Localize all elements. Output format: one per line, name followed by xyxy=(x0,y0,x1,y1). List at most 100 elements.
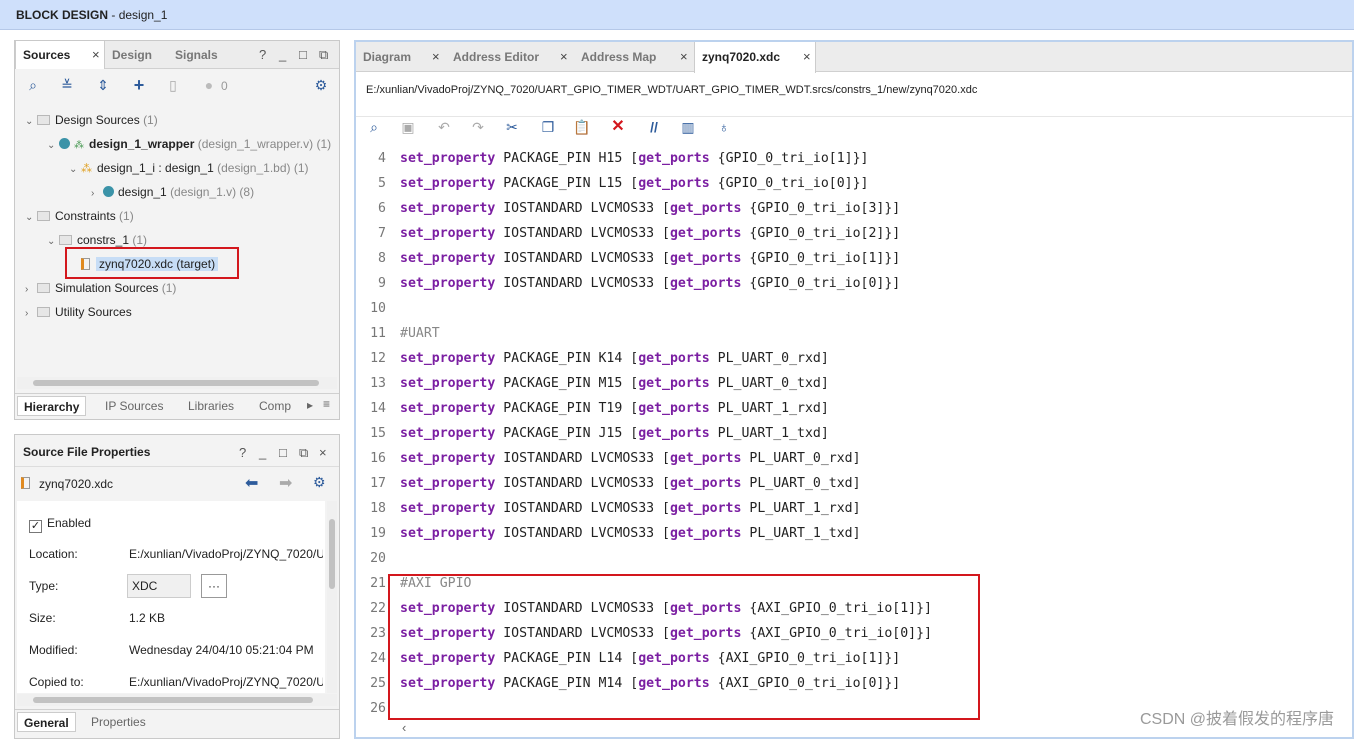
close-icon[interactable]: × xyxy=(680,42,688,72)
minimize-icon[interactable]: _ xyxy=(279,47,286,62)
close-icon[interactable]: × xyxy=(432,42,440,72)
enabled-checkbox[interactable]: ✓ xyxy=(29,520,42,533)
tab-ip-sources[interactable]: IP Sources xyxy=(99,396,169,416)
code-args: IOSTANDARD LVCMOS33 xyxy=(495,451,663,466)
code-line[interactable]: 17 set_property IOSTANDARD LVCMOS33 [get_… xyxy=(358,471,1352,496)
tree-item-wrapper[interactable]: ⌄ ⁂ design_1_wrapper (design_1_wrapper.v) … xyxy=(47,133,331,155)
tab-diagram[interactable]: Diagram × xyxy=(356,42,446,72)
props-vertical-scrollbar[interactable] xyxy=(327,501,337,693)
keyword: set_property xyxy=(400,176,496,191)
chevron-right-icon[interactable]: › xyxy=(91,183,103,205)
tab-menu-icon[interactable]: ≡ xyxy=(323,397,330,411)
help-icon[interactable]: ? xyxy=(239,445,246,460)
close-icon[interactable]: × xyxy=(560,42,568,72)
code-line[interactable]: 5 set_property PACKAGE_PIN L15 [get_ports… xyxy=(358,171,1352,196)
chevron-down-icon[interactable]: ⌄ xyxy=(47,135,59,157)
tab-signals[interactable]: Signals xyxy=(168,41,236,69)
chevron-right-icon[interactable]: › xyxy=(25,303,37,325)
forward-arrow-icon[interactable]: ➡ xyxy=(279,473,292,493)
gear-icon[interactable]: ⚙ xyxy=(313,474,326,491)
paste-icon[interactable]: 📋 xyxy=(572,117,592,137)
copy-icon[interactable]: ❐ xyxy=(538,117,558,137)
close-icon[interactable]: × xyxy=(92,41,100,69)
collapse-all-icon[interactable]: ≚ xyxy=(57,75,77,95)
code-line[interactable]: 6 set_property IOSTANDARD LVCMOS33 [get_p… xyxy=(358,196,1352,221)
folder-icon xyxy=(37,211,50,221)
editor-toolbar: ⌕ ▣ ↶ ↷ ✂ ❐ 📋 ✕ // ▥ ♁ xyxy=(356,116,1352,146)
scroll-thumb[interactable] xyxy=(33,697,313,703)
search-icon[interactable]: ⌕ xyxy=(364,117,384,137)
tab-sources[interactable]: Sources × xyxy=(15,41,105,69)
unknown-file-icon[interactable]: ▯ xyxy=(163,75,183,95)
tab-general[interactable]: General xyxy=(17,712,76,732)
gear-icon[interactable]: ⚙ xyxy=(311,75,331,95)
code-line[interactable]: 8 set_property IOSTANDARD LVCMOS33 [get_p… xyxy=(358,246,1352,271)
code-args: {GPIO_0_tri_io[1]}] xyxy=(741,251,901,266)
code-line[interactable]: 14 set_property PACKAGE_PIN T19 [get_port… xyxy=(358,396,1352,421)
tab-scroll-right-icon[interactable]: ▸ xyxy=(307,398,313,412)
tree-item-design-1[interactable]: › design_1 (design_1.v) (8) xyxy=(91,181,254,203)
props-horizontal-scrollbar[interactable] xyxy=(17,694,337,706)
code-line[interactable]: 4 set_property PACKAGE_PIN H15 [get_ports… xyxy=(358,146,1352,171)
code-line[interactable]: 11 #UART xyxy=(358,321,1352,346)
add-sources-icon[interactable]: + xyxy=(129,75,149,95)
type-browse-button[interactable]: ··· xyxy=(201,574,227,598)
tab-libraries[interactable]: Libraries xyxy=(182,396,240,416)
help-icon[interactable]: ? xyxy=(259,47,266,62)
close-icon[interactable]: × xyxy=(803,42,811,72)
tree-item-simulation-sources[interactable]: › Simulation Sources (1) xyxy=(25,277,176,299)
chevron-down-icon[interactable]: ⌄ xyxy=(25,207,37,229)
chevron-right-icon[interactable]: › xyxy=(25,279,37,301)
search-icon[interactable]: ⌕ xyxy=(23,75,43,95)
minimize-icon[interactable]: _ xyxy=(259,445,266,460)
tab-compile-order[interactable]: Comp xyxy=(253,396,297,416)
code-line[interactable]: 20 xyxy=(358,546,1352,571)
line-number: 11 xyxy=(370,326,386,341)
code-line[interactable]: 10 xyxy=(358,296,1352,321)
tree-item-design-i[interactable]: ⌄ ⁂ design_1_i : design_1 (design_1.bd) (1… xyxy=(69,157,309,179)
chevron-down-icon[interactable]: ⌄ xyxy=(47,231,59,253)
float-icon[interactable]: ⧉ xyxy=(319,47,328,63)
save-icon[interactable]: ▣ xyxy=(398,117,418,137)
redo-icon[interactable]: ↷ xyxy=(468,117,488,137)
float-icon[interactable]: ⧉ xyxy=(299,445,308,461)
cut-icon[interactable]: ✂ xyxy=(502,117,522,137)
chevron-down-icon[interactable]: ⌄ xyxy=(25,111,37,133)
scroll-thumb[interactable] xyxy=(329,519,335,589)
maximize-icon[interactable]: □ xyxy=(299,47,307,62)
editor-scroll-left-icon[interactable]: ‹ xyxy=(402,720,406,735)
code-args: PACKAGE_PIN T19 xyxy=(495,401,631,416)
comment-icon[interactable]: // xyxy=(644,117,664,137)
tab-address-map[interactable]: Address Map × xyxy=(574,42,694,72)
sources-horizontal-scrollbar[interactable] xyxy=(17,377,337,389)
tree-item-design-sources[interactable]: ⌄ Design Sources (1) xyxy=(25,109,158,131)
code-line[interactable]: 9 set_property IOSTANDARD LVCMOS33 [get_p… xyxy=(358,271,1352,296)
back-arrow-icon[interactable]: ⬅ xyxy=(245,473,258,493)
code-line[interactable]: 19 set_property IOSTANDARD LVCMOS33 [get_… xyxy=(358,521,1352,546)
code-line[interactable]: 7 set_property IOSTANDARD LVCMOS33 [get_p… xyxy=(358,221,1352,246)
expand-all-icon[interactable]: ⇕ xyxy=(93,75,113,95)
code-line[interactable]: 15 set_property PACKAGE_PIN J15 [get_port… xyxy=(358,421,1352,446)
open-bracket: [ xyxy=(662,526,670,541)
code-line[interactable]: 18 set_property IOSTANDARD LVCMOS33 [get_… xyxy=(358,496,1352,521)
lightbulb-icon[interactable]: ♁ xyxy=(714,117,734,137)
close-icon[interactable]: × xyxy=(319,445,327,460)
tab-hierarchy[interactable]: Hierarchy xyxy=(17,396,87,416)
code-line[interactable]: 16 set_property IOSTANDARD LVCMOS33 [get_… xyxy=(358,446,1352,471)
maximize-icon[interactable]: □ xyxy=(279,445,287,460)
tab-properties[interactable]: Properties xyxy=(85,712,152,732)
tab-address-editor[interactable]: Address Editor × xyxy=(446,42,574,72)
delete-icon[interactable]: ✕ xyxy=(608,117,628,137)
line-number: 17 xyxy=(370,476,386,491)
tree-item-constraints[interactable]: ⌄ Constraints (1) xyxy=(25,205,134,227)
type-field[interactable]: XDC xyxy=(127,574,191,598)
tree-item-utility-sources[interactable]: › Utility Sources xyxy=(25,301,132,323)
code-line[interactable]: 12 set_property PACKAGE_PIN K14 [get_port… xyxy=(358,346,1352,371)
chevron-down-icon[interactable]: ⌄ xyxy=(69,159,81,181)
scroll-thumb[interactable] xyxy=(33,380,319,386)
tab-zynq7020-xdc[interactable]: zynq7020.xdc × xyxy=(694,42,816,73)
undo-icon[interactable]: ↶ xyxy=(434,117,454,137)
column-select-icon[interactable]: ▥ xyxy=(678,117,698,137)
code-line[interactable]: 13 set_property PACKAGE_PIN M15 [get_port… xyxy=(358,371,1352,396)
tab-design[interactable]: Design xyxy=(105,41,173,69)
